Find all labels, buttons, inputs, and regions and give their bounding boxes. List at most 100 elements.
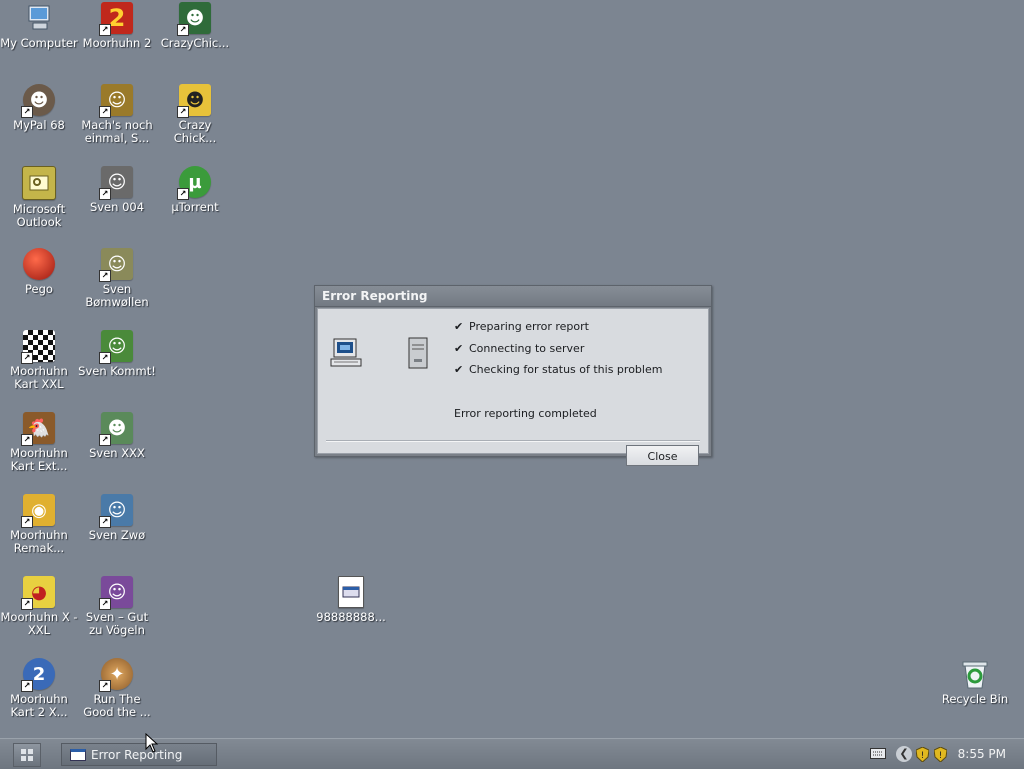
shortcut-arrow-icon: ↗ (21, 106, 33, 118)
raccoon-icon: ☻ ↗ (21, 84, 55, 118)
sheep-icon: ☺ ↗ (99, 576, 133, 610)
dialog-body: ✔ Preparing error report ✔ Connecting to s… (317, 308, 709, 466)
chicken-icon: ☻ ↗ (177, 2, 211, 36)
desktop-icon-label: Moorhuhn Kart Ext... (10, 446, 68, 473)
desktop-icon-label: Moorhuhn Remak... (10, 528, 68, 555)
desktop-icon-moorhuhn-remake[interactable]: ◉ ↗ Moorhuhn Remak... (0, 494, 78, 555)
file-icon (338, 576, 364, 608)
shortcut-arrow-icon: ↗ (21, 434, 33, 446)
desktop-icon-sven-xxx[interactable]: ☻ ↗ Sven XXX (78, 412, 156, 460)
dialog-title[interactable]: Error Reporting (315, 286, 711, 307)
chicken-icon: 🐔 ↗ (21, 412, 55, 446)
desktop-icon-crazychicken[interactable]: ☻ ↗ CrazyChic... (156, 2, 234, 50)
computer-icon (23, 2, 55, 34)
shortcut-arrow-icon: ↗ (21, 516, 33, 528)
desktop-icon-pego[interactable]: Pego (0, 248, 78, 296)
desktop-icon-mach-noch-einmal[interactable]: ☺ ↗ Mach's noch einmal, S... (78, 84, 156, 145)
step-item: ✔ Connecting to server (454, 341, 662, 363)
desktop-icon-label: Sven Zwø (88, 528, 146, 542)
desktop-icon-moorhuhn-kart-ext[interactable]: 🐔 ↗ Moorhuhn Kart Ext... (0, 412, 78, 473)
desktop-icon-label: Recycle Bin (941, 692, 1009, 706)
desktop-icon-label: Sven XXX (89, 446, 145, 460)
shortcut-arrow-icon: ↗ (99, 24, 111, 36)
start-button[interactable] (13, 743, 41, 767)
desktop-icon-label: Sven 004 (89, 200, 145, 214)
number-two-icon: 2 ↗ (21, 658, 55, 692)
window-icon (70, 749, 86, 761)
outlook-icon (22, 166, 56, 200)
desktop-icon-label: Run The Good the ... (83, 692, 151, 719)
shortcut-arrow-icon: ↗ (177, 188, 189, 200)
desktop-icon-sven-zwo[interactable]: ☺ ↗ Sven Zwø (78, 494, 156, 542)
moose-icon: ☺ ↗ (99, 84, 133, 118)
pie-icon: ✦ ↗ (99, 658, 133, 692)
progress-steps: ✔ Preparing error report ✔ Connecting to s… (454, 319, 662, 384)
desktop-icon-utorrent[interactable]: µ ↗ µTorrent (156, 166, 234, 214)
desktop-icon-run-the-good[interactable]: ✦ ↗ Run The Good the ... (78, 658, 156, 719)
shortcut-arrow-icon: ↗ (99, 680, 111, 692)
desktop-icon-sven-004[interactable]: ☺ ↗ Sven 004 (78, 166, 156, 214)
desktop-icon-label: Moorhuhn 2 (82, 36, 152, 50)
desktop-icon-moorhuhn-kart-xxl[interactable]: ↗ Moorhuhn Kart XXL (0, 330, 78, 391)
keyboard-icon[interactable] (870, 748, 886, 759)
shortcut-arrow-icon: ↗ (21, 598, 33, 610)
desktop-icon-label: µTorrent (171, 200, 219, 214)
chicken-icon: ◕ ↗ (21, 576, 55, 610)
shortcut-arrow-icon: ↗ (99, 434, 111, 446)
desktop-icon-label: Mach's noch einmal, S... (81, 118, 153, 145)
desktop-icon-label: CrazyChic... (160, 36, 230, 50)
utorrent-icon: µ ↗ (177, 166, 211, 200)
shortcut-arrow-icon: ↗ (99, 516, 111, 528)
sheep-icon: ☺ ↗ (99, 166, 133, 200)
error-reporting-dialog: Error Reporting ✔ Preparing error report … (314, 285, 712, 466)
chicken-icon: ◉ ↗ (21, 494, 55, 528)
shortcut-arrow-icon: ↗ (99, 270, 111, 282)
desktop-icon-sven-gut[interactable]: ☺ ↗ Sven – Gut zu Vögeln (78, 576, 156, 637)
desktop-icon-label: Microsoft Outlook (12, 202, 66, 229)
desktop-icon-outlook[interactable]: Microsoft Outlook (0, 166, 78, 229)
step-item: ✔ Checking for status of this problem (454, 362, 662, 384)
shortcut-arrow-icon: ↗ (21, 680, 33, 692)
shortcut-arrow-icon: ↗ (99, 352, 111, 364)
chicken-icon: ☻ ↗ (177, 84, 211, 118)
clock[interactable]: 8:55 PM (958, 739, 1006, 769)
desktop-icon-label: Pego (25, 282, 53, 296)
desktop-icon-mypal[interactable]: ☻ ↗ MyPal 68 (0, 84, 78, 132)
shield-icon[interactable]: ! (934, 747, 947, 762)
chevron-left-icon[interactable]: ❮ (896, 746, 912, 762)
desktop-icon-file[interactable]: 98888888... (312, 576, 390, 624)
recycle-bin-icon (959, 658, 991, 690)
desktop-icon-label: Sven Kommt! (78, 364, 156, 378)
step-label: Connecting to server (469, 341, 585, 355)
number-two-icon: 2 ↗ (99, 2, 133, 36)
sheep-icon: ☺ ↗ (99, 330, 133, 364)
sheep-icon: ☺ ↗ (99, 248, 133, 282)
taskbar-item-label: Error Reporting (91, 748, 183, 762)
desktop-icon-sven-kommt[interactable]: ☺ ↗ Sven Kommt! (78, 330, 156, 378)
shortcut-arrow-icon: ↗ (177, 106, 189, 118)
desktop-icon-my-computer[interactable]: My Computer (0, 2, 78, 50)
close-button[interactable]: Close (626, 445, 699, 466)
ball-icon (23, 248, 55, 280)
shortcut-arrow-icon: ↗ (21, 352, 33, 364)
divider (326, 440, 700, 442)
desktop-icon-label: Moorhuhn X - XXL (0, 610, 78, 637)
desktop-icon-moorhuhn-2[interactable]: 2 ↗ Moorhuhn 2 (78, 2, 156, 50)
taskbar-item-error-reporting[interactable]: Error Reporting (61, 743, 217, 766)
step-item: ✔ Preparing error report (454, 319, 662, 341)
flag-icon: ↗ (21, 330, 55, 364)
desktop-icon-recycle-bin[interactable]: Recycle Bin (936, 658, 1014, 706)
desktop-icon-label: MyPal 68 (13, 118, 65, 132)
shortcut-arrow-icon: ↗ (177, 24, 189, 36)
checkmark-icon: ✔ (454, 320, 464, 333)
desktop-icon-moorhuhn-x-xxl[interactable]: ◕ ↗ Moorhuhn X - XXL (0, 576, 78, 637)
desktop-icon-sven-bomwollen[interactable]: ☺ ↗ Sven Bømwøllen (78, 248, 156, 309)
shortcut-arrow-icon: ↗ (99, 106, 111, 118)
desktop-icon-moorhuhn-kart-2[interactable]: 2 ↗ Moorhuhn Kart 2 X... (0, 658, 78, 719)
desktop-icon-label: Sven – Gut zu Vögeln (85, 610, 149, 637)
desktop-icon-crazy-chicken[interactable]: ☻ ↗ Crazy Chick... (156, 84, 234, 145)
desktop-icon-label: Crazy Chick... (173, 118, 217, 145)
svg-text:!: ! (921, 751, 925, 761)
shield-icon[interactable]: ! (916, 747, 929, 762)
computer-icon (330, 337, 364, 373)
